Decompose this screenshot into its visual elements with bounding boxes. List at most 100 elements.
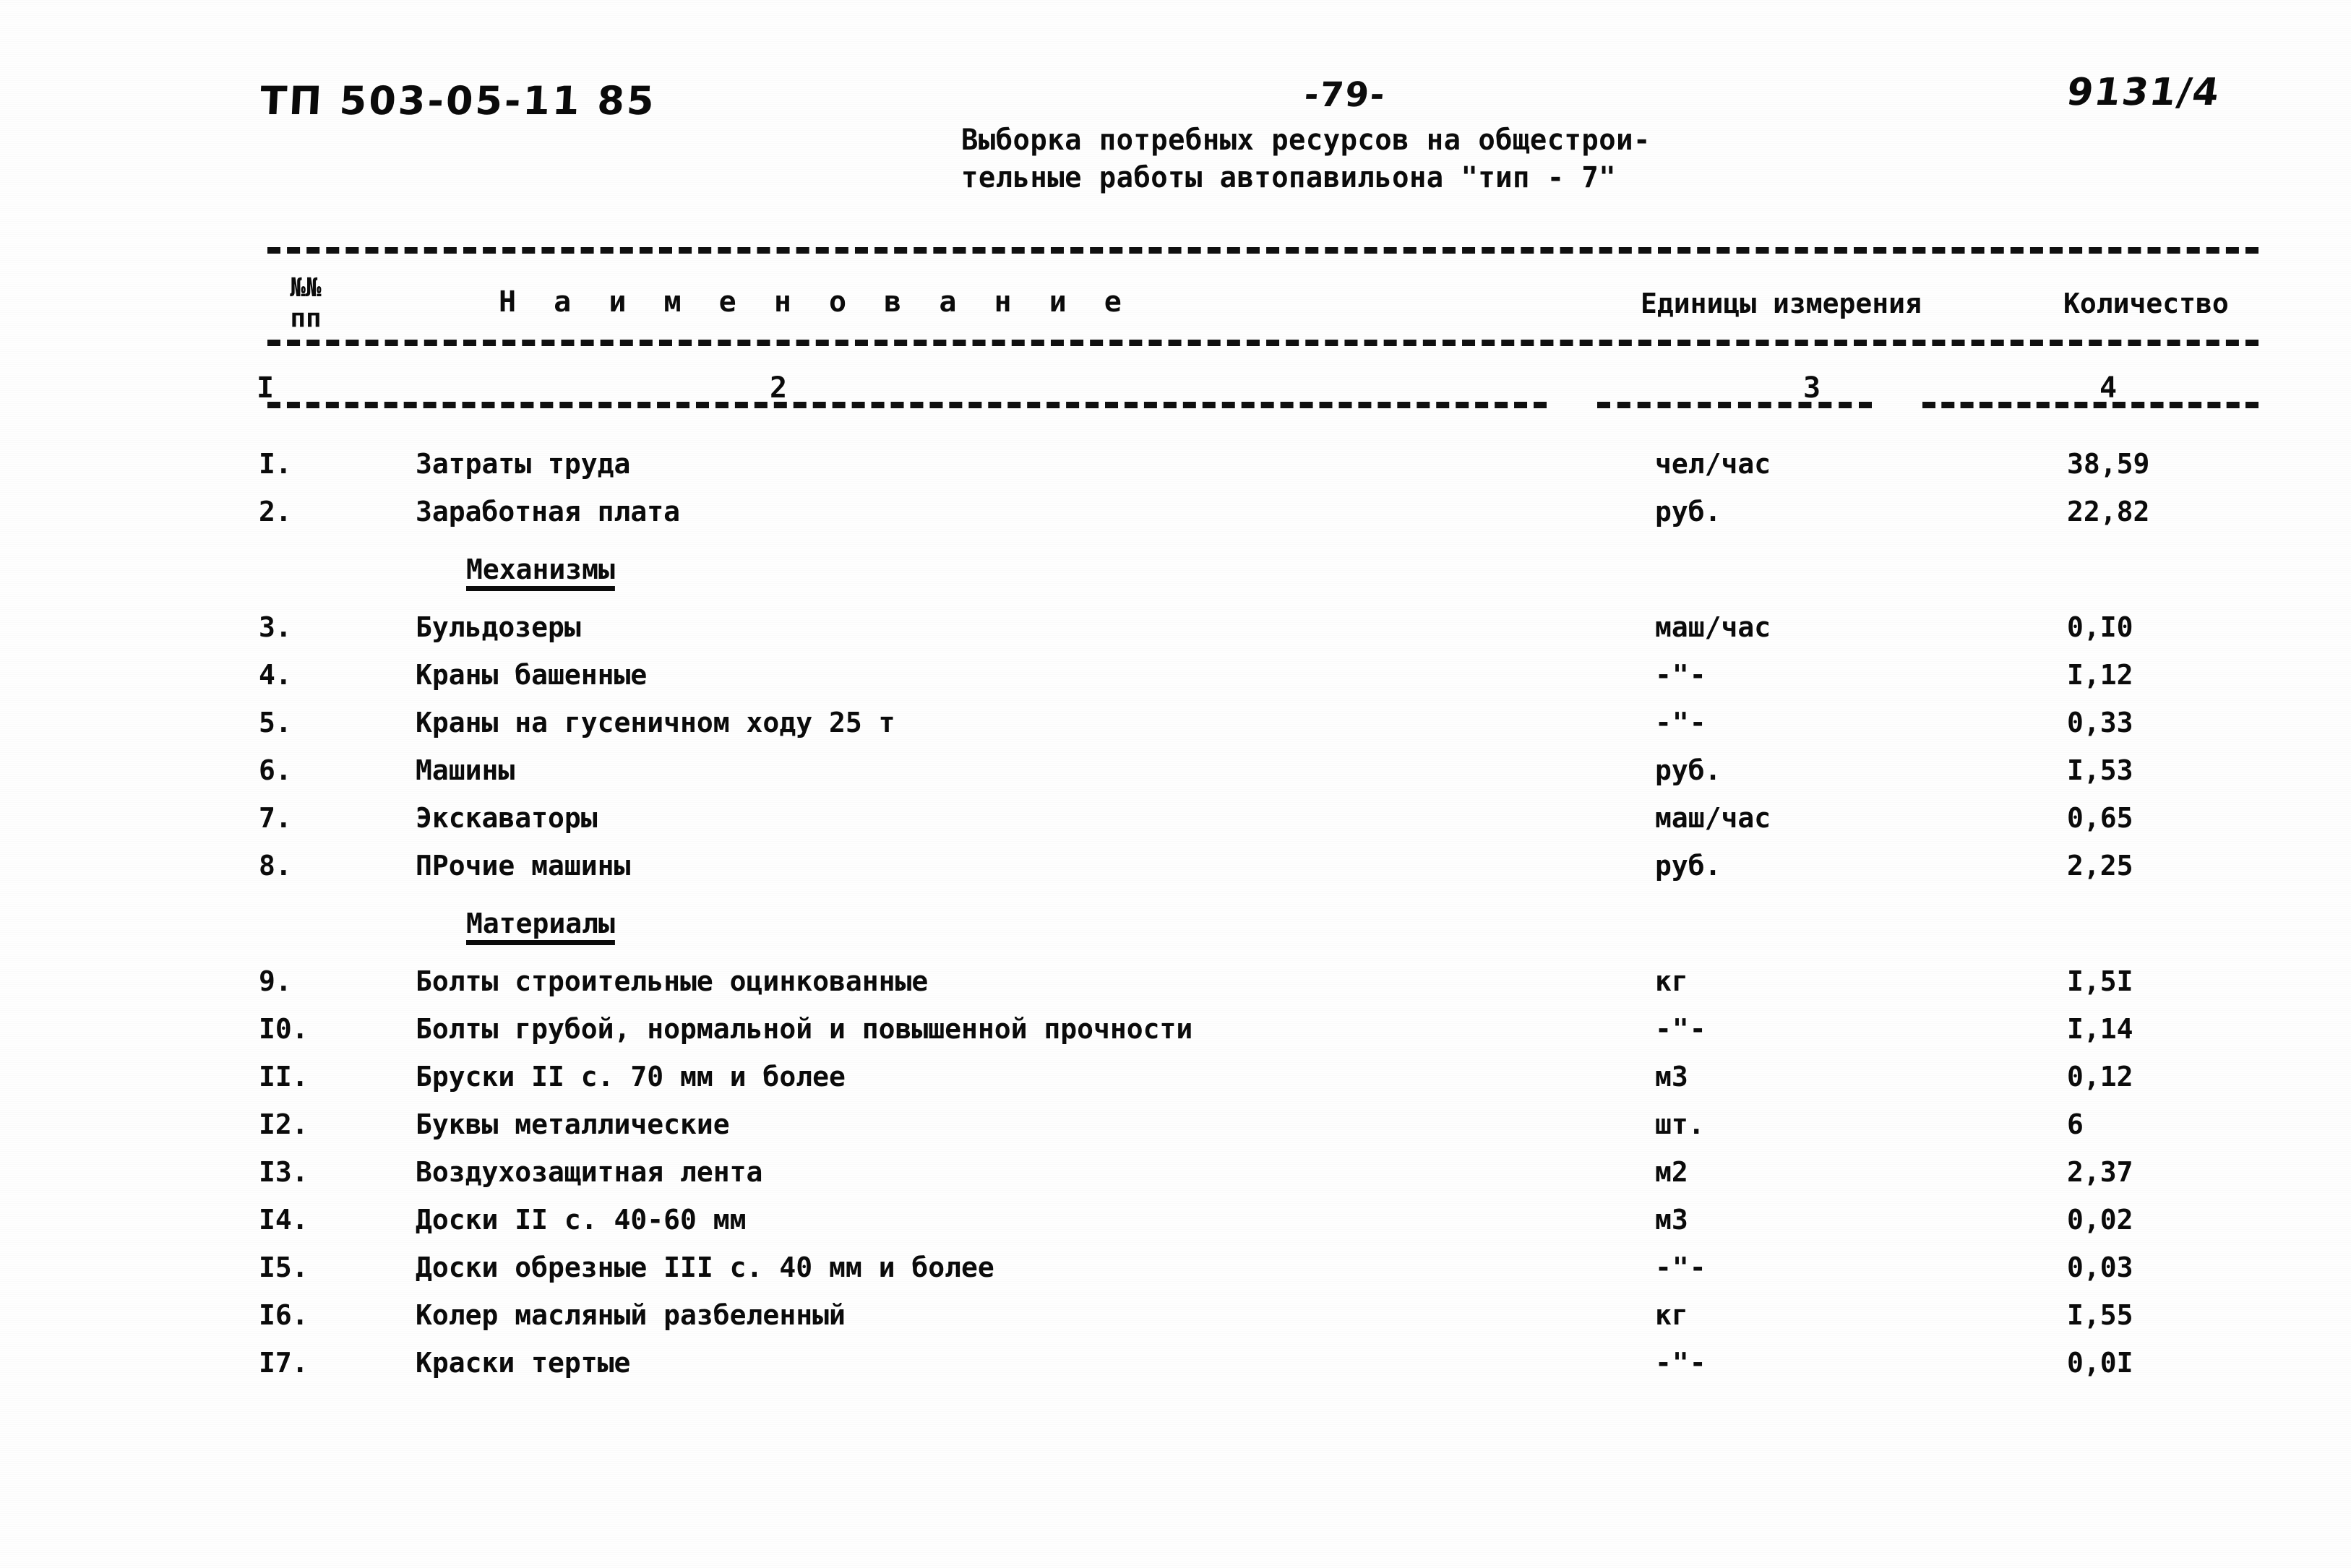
cell-quantity: 0,33 [2067,707,2133,738]
cell-quantity: 6 [2067,1108,2084,1140]
title-line-1: Выборка потребных ресурсов на общестрои- [961,124,1651,157]
table-row: I4. Доски II с. 40-60 мм м3 0,02 [0,1204,2351,1252]
cell-quantity: 0,0I [2067,1347,2133,1379]
cell-number: I5. [259,1252,309,1283]
table-row: 7. Экскаваторы маш/час 0,65 [0,802,2351,850]
cell-number: I3. [259,1156,309,1188]
cell-number: I7. [259,1347,309,1379]
archive-code: 9131/4 [2063,71,2224,114]
cell-unit: руб. [1655,850,1722,882]
cell-name: ПРочие машины [416,850,631,882]
cell-unit: -"- [1655,1013,1707,1045]
cell-name: Затраты труда [416,448,631,480]
cell-name: Краны на гусеничном ходу 25 т [416,707,895,738]
cell-unit: руб. [1655,754,1722,786]
document-page: ТП 503-05-11 85 -79- 9131/4 Выборка потр… [0,0,2351,1568]
cell-unit: -"- [1655,1252,1707,1283]
cell-quantity: I,14 [2067,1013,2133,1045]
cell-quantity: 0,I0 [2067,611,2133,643]
cell-name: Колер масляный разбеленный [416,1299,846,1331]
table-row: 9. Болты строительные оцинкованные кг I,5I [0,965,2351,1013]
cell-quantity: I,55 [2067,1299,2133,1331]
cell-name: Болты грубой, нормальной и повышенной пр… [416,1013,1193,1045]
cell-number: 3. [259,611,292,643]
table-row: 3. Бульдозеры маш/час 0,I0 [0,611,2351,659]
table-row: I2. Буквы металлические шт. 6 [0,1108,2351,1156]
cell-unit: м3 [1655,1061,1688,1093]
cell-quantity: 22,82 [2067,496,2150,527]
cell-unit: маш/час [1655,611,1771,643]
cell-name: Краски тертые [416,1347,631,1379]
cell-quantity: 0,03 [2067,1252,2133,1283]
cell-number: 4. [259,659,292,691]
cell-name: Бруски II с. 70 мм и более [416,1061,846,1093]
column-index-3: 3 [1803,371,1821,405]
column-header-units: Единицы измерения [1641,288,1922,319]
cell-name: Воздухозащитная лента [416,1156,763,1188]
cell-name: Механизмы [466,553,615,585]
cell-number: 7. [259,802,292,834]
cell-unit: маш/час [1655,802,1771,834]
cell-quantity: I,5I [2067,965,2133,997]
table-row: 5. Краны на гусеничном ходу 25 т -"- 0,33 [0,707,2351,754]
column-header-quantity: Количество [2063,288,2229,319]
cell-unit: кг [1655,1299,1688,1331]
cell-unit: -"- [1655,1347,1707,1379]
cell-unit: шт. [1655,1108,1705,1140]
cell-name: Экскаваторы [416,802,598,834]
title-line-2: тельные работы автопавильона "тип - 7" [961,161,1617,194]
table-header-rule [267,340,2258,346]
cell-name: Бульдозеры [416,611,581,643]
page-number: -79- [1302,75,1388,115]
column-index-1: I [257,371,275,405]
cell-name: Краны башенные [416,659,648,691]
cell-number: 6. [259,754,292,786]
table-colindex-rule-mid [1597,402,1872,408]
table-row: II. Бруски II с. 70 мм и более м3 0,12 [0,1061,2351,1108]
cell-number: 5. [259,707,292,738]
table-colindex-rule-right [1922,402,2258,408]
table-row: 4. Краны башенные -"- I,12 [0,659,2351,707]
cell-unit: кг [1655,965,1688,997]
cell-name: Буквы металлические [416,1108,730,1140]
cell-number: I0. [259,1013,309,1045]
table-row: I6. Колер масляный разбеленный кг I,55 [0,1299,2351,1347]
table-row: 8. ПРочие машины руб. 2,25 [0,850,2351,897]
cell-quantity: 2,37 [2067,1156,2133,1188]
table-row: I5. Доски обрезные III с. 40 мм и более -"… [0,1252,2351,1299]
cell-quantity: 38,59 [2067,448,2150,480]
cell-quantity: 0,12 [2067,1061,2133,1093]
cell-quantity: I,12 [2067,659,2133,691]
document-code: ТП 503-05-11 85 [259,78,658,124]
cell-name: Машины [416,754,515,786]
table-section-heading: Материалы [0,908,2351,955]
cell-quantity: 0,02 [2067,1204,2133,1236]
cell-number: 2. [259,496,292,527]
cell-name: Доски II с. 40-60 мм [416,1204,747,1236]
column-index-4: 4 [2099,371,2118,405]
column-header-name: Н а и м е н о в а н и е [499,285,1132,319]
cell-number: II. [259,1061,309,1093]
column-header-number: №№ пп [273,273,338,334]
cell-number: I4. [259,1204,309,1236]
table-colindex-rule-left [267,402,1547,408]
cell-name: Доски обрезные III с. 40 мм и более [416,1252,994,1283]
cell-number: I. [259,448,292,480]
table-row: I3. Воздухозащитная лента м2 2,37 [0,1156,2351,1204]
document-title: Выборка потребных ресурсов на общестрои-… [961,121,1828,197]
table-row: 2. Заработная плата руб. 22,82 [0,496,2351,543]
table-top-rule [267,247,2258,254]
table-row: I. Затраты труда чел/час 38,59 [0,448,2351,496]
cell-quantity: 2,25 [2067,850,2133,882]
column-header-number-line1: №№ [290,273,322,303]
cell-unit: м3 [1655,1204,1688,1236]
cell-name: Болты строительные оцинкованные [416,965,929,997]
cell-unit: -"- [1655,659,1707,691]
cell-number: 9. [259,965,292,997]
cell-unit: -"- [1655,707,1707,738]
cell-number: I2. [259,1108,309,1140]
cell-name: Материалы [466,908,615,939]
table-section-heading: Механизмы [0,553,2351,601]
table-row: 6. Машины руб. I,53 [0,754,2351,802]
column-header-number-line2: пп [290,303,322,333]
